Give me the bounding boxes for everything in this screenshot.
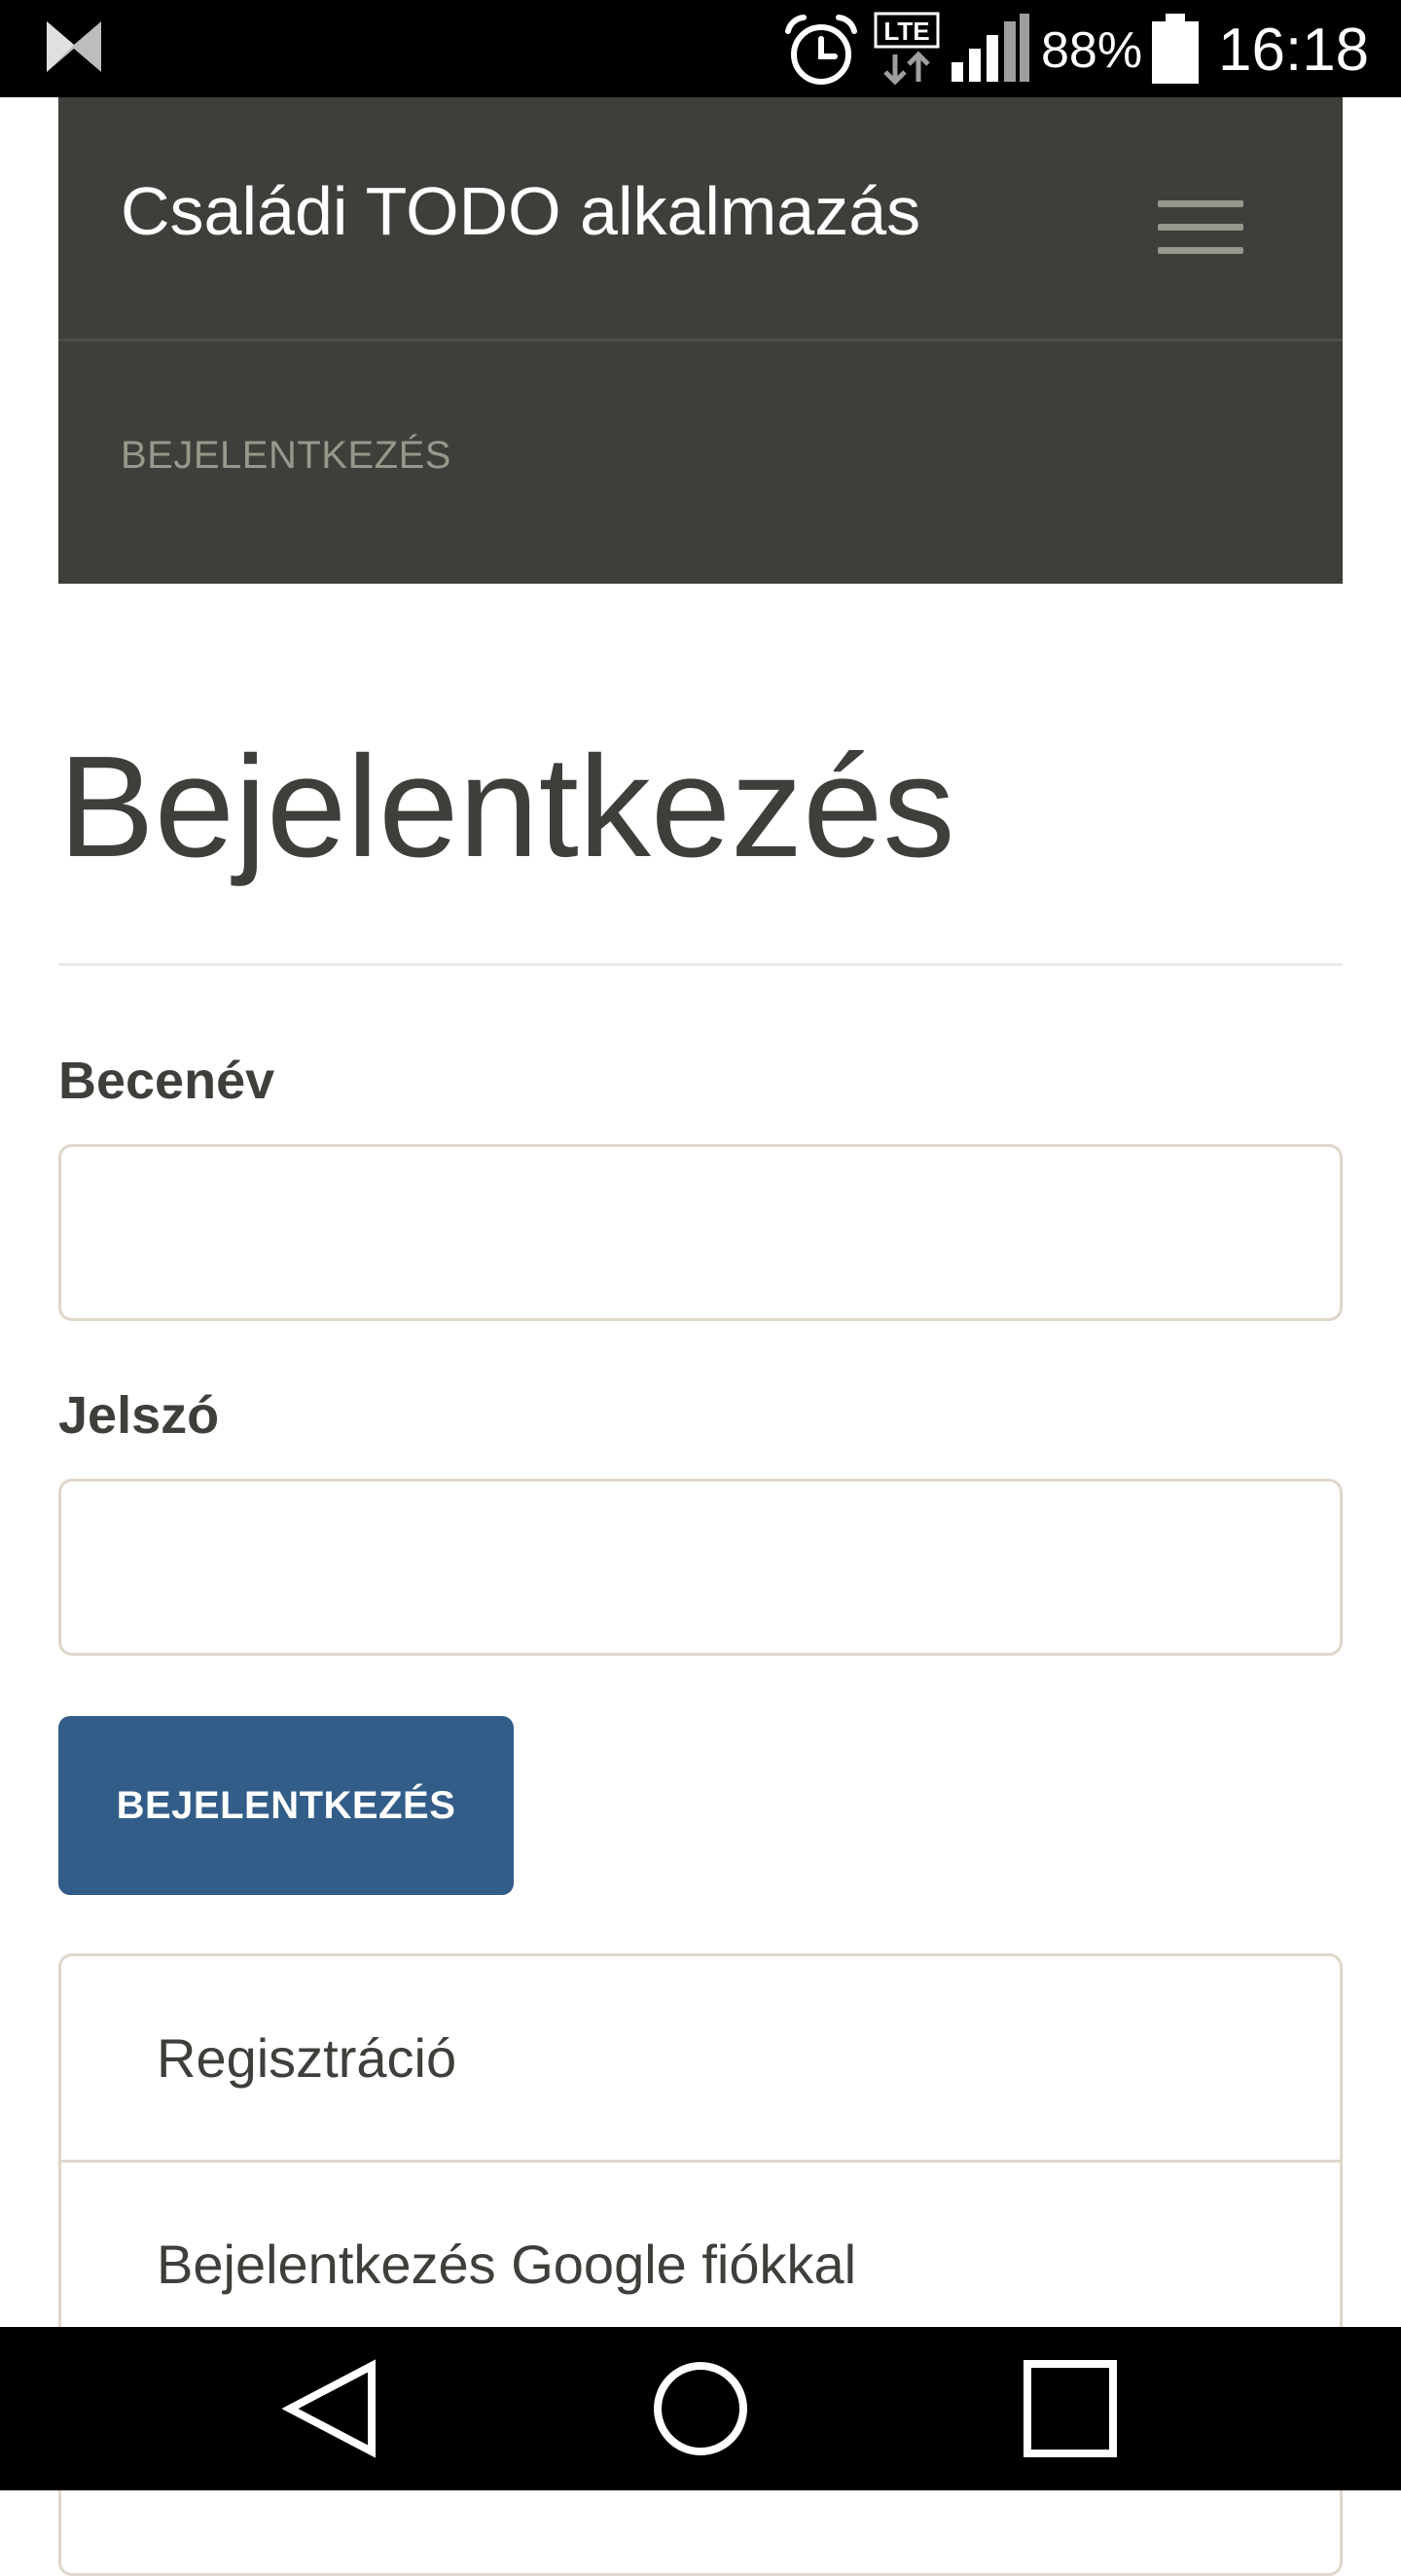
title-divider — [58, 963, 1343, 966]
battery-percent: 88% — [1041, 22, 1143, 79]
home-icon[interactable] — [642, 2354, 759, 2463]
list-item-label: Bejelentkezés Google fiókkal — [157, 2234, 857, 2295]
back-icon[interactable] — [274, 2354, 391, 2463]
alarm-icon — [785, 15, 857, 85]
battery-icon — [1152, 14, 1199, 84]
username-label: Becenév — [58, 1052, 275, 1110]
navbar: Családi TODO alkalmazás BEJELENTKEZÉS — [58, 97, 1343, 584]
signal-icon — [952, 14, 1029, 82]
login-button[interactable]: BEJELENTKEZÉS — [58, 1716, 514, 1895]
list-item-label: Regisztráció — [157, 2027, 457, 2089]
app-notification-icon — [47, 21, 101, 72]
page-title: Bejelentkezés — [58, 727, 955, 887]
svg-text:LTE: LTE — [883, 17, 929, 46]
clock: 16:18 — [1218, 17, 1370, 84]
password-input[interactable] — [58, 1479, 1343, 1656]
nav-link-login[interactable]: BEJELENTKEZÉS — [121, 430, 451, 481]
lte-icon: LTE — [874, 12, 940, 86]
hamburger-menu-icon[interactable] — [1146, 181, 1259, 270]
list-item-register[interactable]: Regisztráció — [61, 1956, 1340, 2163]
navigation-bar — [0, 2327, 1401, 2490]
navbar-brand[interactable]: Családi TODO alkalmazás — [121, 167, 920, 255]
password-label: Jelszó — [58, 1386, 220, 1445]
status-bar: LTE 88% 16:18 — [0, 0, 1401, 97]
username-input[interactable] — [58, 1144, 1343, 1321]
navbar-divider — [58, 339, 1343, 341]
recents-icon[interactable] — [1012, 2354, 1129, 2463]
